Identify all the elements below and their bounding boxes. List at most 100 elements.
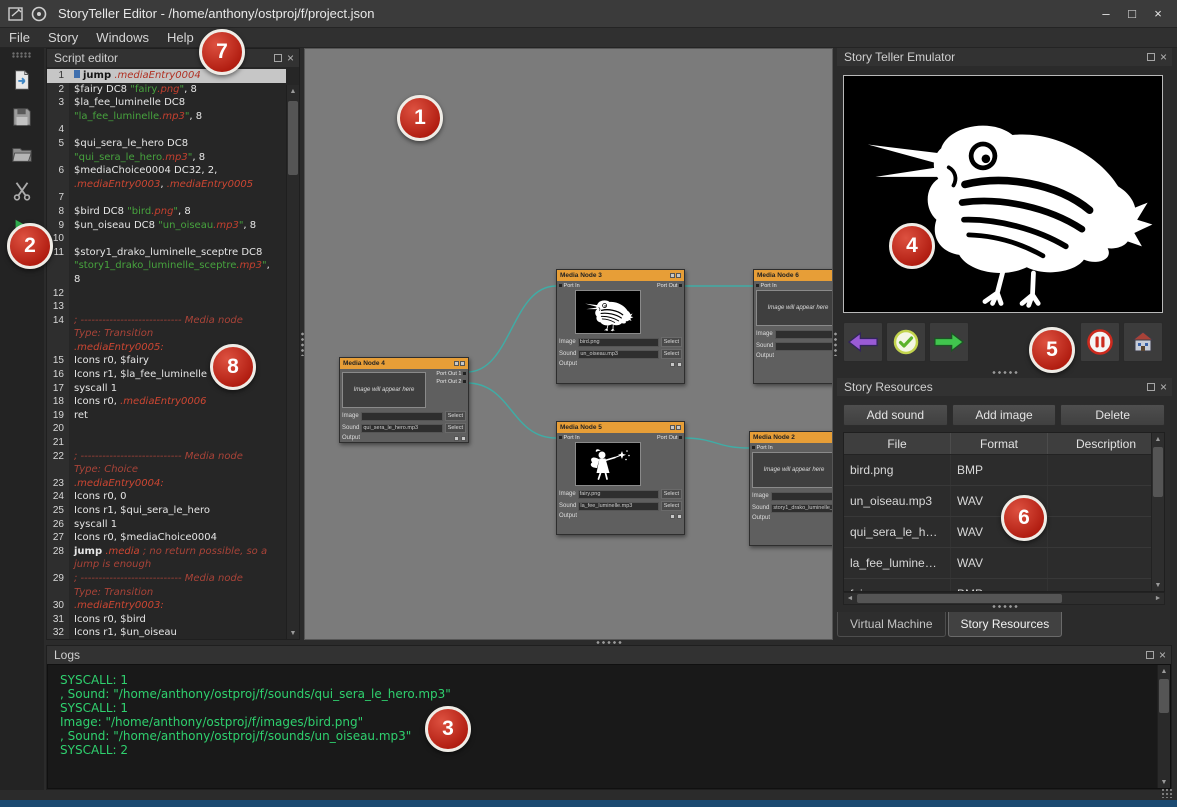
select-button[interactable]: Select: [661, 501, 682, 511]
code-line[interactable]: Type: Choice: [47, 463, 286, 477]
code-line[interactable]: 12: [47, 287, 286, 301]
code-line[interactable]: 22; ---------------------------- Media n…: [47, 450, 286, 464]
select-button[interactable]: Select: [661, 349, 682, 359]
close-button[interactable]: ×: [1145, 4, 1171, 24]
code-line[interactable]: "story1_drako_luminelle_sceptre.mp3",: [47, 259, 286, 273]
scroll-up-icon[interactable]: ▲: [287, 85, 299, 97]
node-titlebar[interactable]: Media Node 3: [557, 270, 684, 281]
port-out-label[interactable]: Port Out: [657, 435, 682, 441]
close-dock-icon[interactable]: ×: [1159, 649, 1166, 661]
code-line[interactable]: 17syscall 1: [47, 382, 286, 396]
node-collapse-icon[interactable]: [454, 361, 459, 366]
graph-node[interactable]: Media Node 4Image will appear herePort O…: [339, 357, 469, 443]
code-line[interactable]: Type: Transition: [47, 327, 286, 341]
port-in-label[interactable]: Port In: [752, 445, 833, 451]
select-button[interactable]: Select: [661, 489, 682, 499]
code-line[interactable]: "qui_sera_le_hero.mp3", 8: [47, 151, 286, 165]
menu-windows[interactable]: Windows: [87, 28, 158, 47]
scroll-down-icon[interactable]: ▼: [1152, 579, 1164, 591]
node-titlebar[interactable]: Media Node 4: [340, 358, 468, 369]
node-titlebar[interactable]: Media Node 6: [754, 270, 833, 281]
code-line[interactable]: 9$un_oiseau DC8 "un_oiseau.mp3", 8: [47, 219, 286, 233]
node-collapse-icon[interactable]: [670, 425, 675, 430]
code-line[interactable]: 32Icons r1, $un_oiseau: [47, 626, 286, 639]
code-line[interactable]: 10: [47, 232, 286, 246]
logs-output[interactable]: SYSCALL: 1, Sound: "/home/anthony/ostpro…: [47, 664, 1171, 789]
code-line[interactable]: .mediaEntry0003, .mediaEntry0005: [47, 178, 286, 192]
scrollbar-thumb[interactable]: [288, 101, 298, 175]
toolbar-drag-handle[interactable]: [12, 52, 32, 58]
previous-button[interactable]: [843, 322, 883, 362]
scrollbar-thumb[interactable]: [857, 594, 1062, 603]
graph-node[interactable]: Media Node 2 Port InImage will appear he…: [749, 431, 833, 546]
pause-button[interactable]: [1080, 322, 1120, 362]
script-editor-scrollbar[interactable]: ▲ ▼: [286, 85, 299, 639]
menu-help[interactable]: Help: [158, 28, 203, 47]
code-line[interactable]: 19ret: [47, 409, 286, 423]
select-button[interactable]: Select: [445, 423, 466, 433]
menu-story[interactable]: Story: [39, 28, 87, 47]
tab-virtual-machine[interactable]: Virtual Machine: [837, 612, 946, 637]
column-format[interactable]: Format: [951, 433, 1048, 454]
table-scrollbar[interactable]: ▲ ▼: [1151, 433, 1164, 591]
table-row[interactable]: fairy.pngBMP: [844, 579, 1164, 592]
node-graph-canvas[interactable]: Media Node 4Image will appear herePort O…: [304, 48, 833, 640]
cut-button[interactable]: [7, 176, 37, 206]
table-row[interactable]: la_fee_lumine…WAV: [844, 548, 1164, 579]
node-collapse-icon[interactable]: [670, 273, 675, 278]
graph-node[interactable]: Media Node 5 Port InPort Out Imagefairy.…: [556, 421, 685, 535]
code-line[interactable]: 31Icons r0, $bird: [47, 613, 286, 627]
add-sound-button[interactable]: Add sound: [843, 404, 948, 426]
code-line[interactable]: 14; ---------------------------- Media n…: [47, 314, 286, 328]
port-in-label[interactable]: Port In: [559, 283, 657, 289]
node-close-icon[interactable]: [676, 273, 681, 278]
output-icon[interactable]: [677, 362, 682, 367]
code-line[interactable]: 7: [47, 191, 286, 205]
code-line[interactable]: 28jump .media ; no return possible, so a: [47, 545, 286, 559]
port-in-label[interactable]: Port In: [756, 283, 833, 289]
code-line[interactable]: 6$mediaChoice0004 DC32, 2,: [47, 164, 286, 178]
code-line[interactable]: jump is enough: [47, 558, 286, 572]
code-line[interactable]: 27Icons r0, $mediaChoice0004: [47, 531, 286, 545]
port-out-label[interactable]: Port Out 2: [436, 379, 466, 385]
code-line[interactable]: 20: [47, 422, 286, 436]
resize-grip[interactable]: [1162, 789, 1173, 798]
code-line[interactable]: 1jump .mediaEntry0004: [47, 69, 286, 83]
validate-button[interactable]: [886, 322, 926, 362]
code-line[interactable]: 4: [47, 123, 286, 137]
code-line[interactable]: 5$qui_sera_le_hero DC8: [47, 137, 286, 151]
port-in-label[interactable]: Port In: [559, 435, 657, 441]
code-line[interactable]: 8$bird DC8 "bird.png", 8: [47, 205, 286, 219]
output-icon[interactable]: [670, 362, 675, 367]
splitter-emulator[interactable]: [837, 370, 1172, 375]
column-description[interactable]: Description: [1048, 433, 1164, 454]
code-line[interactable]: 8: [47, 273, 286, 287]
graph-node[interactable]: Media Node 6 Port InImage will appear he…: [753, 269, 833, 384]
code-line[interactable]: Type: Transition: [47, 586, 286, 600]
port-out-label[interactable]: Port Out: [657, 283, 682, 289]
code-line[interactable]: 11$story1_drako_luminelle_sceptre DC8: [47, 246, 286, 260]
open-button[interactable]: [7, 139, 37, 169]
minimize-button[interactable]: –: [1093, 4, 1119, 24]
float-dock-icon[interactable]: [1147, 383, 1155, 391]
node-close-icon[interactable]: [460, 361, 465, 366]
scroll-up-icon[interactable]: ▲: [1152, 433, 1164, 445]
logs-scrollbar[interactable]: ▲ ▼: [1157, 665, 1170, 788]
node-titlebar[interactable]: Media Node 5: [557, 422, 684, 433]
output-icon[interactable]: [670, 514, 675, 519]
node-titlebar[interactable]: Media Node 2: [750, 432, 833, 443]
code-line[interactable]: 29; ---------------------------- Media n…: [47, 572, 286, 586]
code-line[interactable]: 25Icons r1, $qui_sera_le_hero: [47, 504, 286, 518]
scrollbar-thumb[interactable]: [1159, 679, 1169, 713]
code-line[interactable]: 3$la_fee_luminelle DC8: [47, 96, 286, 110]
code-line[interactable]: 21: [47, 436, 286, 450]
table-row[interactable]: bird.pngBMP: [844, 455, 1164, 486]
tab-story-resources[interactable]: Story Resources: [948, 612, 1063, 637]
code-line[interactable]: 26syscall 1: [47, 518, 286, 532]
scrollbar-thumb[interactable]: [1153, 447, 1163, 497]
script-editor[interactable]: 1jump .mediaEntry00042$fairy DC8 "fairy.…: [47, 67, 299, 639]
export-script-button[interactable]: [7, 65, 37, 95]
code-line[interactable]: 13: [47, 300, 286, 314]
code-line[interactable]: 23.mediaEntry0004:: [47, 477, 286, 491]
add-image-button[interactable]: Add image: [952, 404, 1057, 426]
